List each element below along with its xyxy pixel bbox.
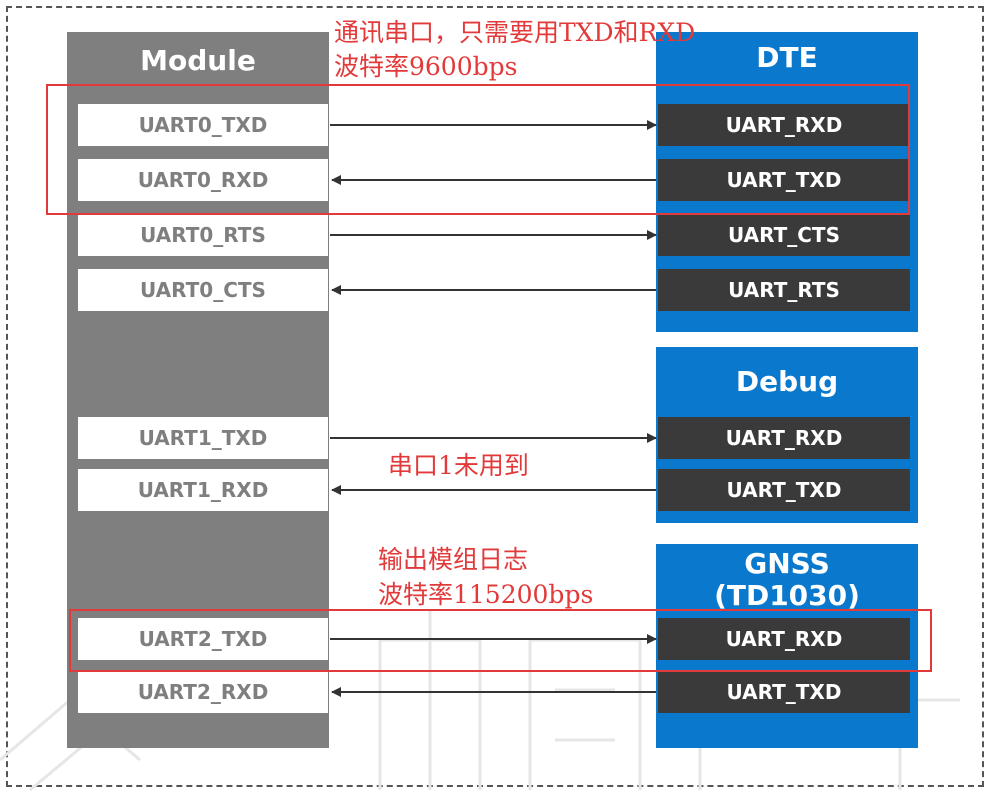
annotation-uart2-line2: 波特率115200bps [378, 580, 594, 609]
highlight-uart0 [46, 84, 910, 215]
highlight-uart2 [69, 609, 932, 672]
annotation-uart1: 串口1未用到 [388, 451, 529, 480]
annotation-uart0-line2: 波特率9600bps [334, 52, 518, 81]
annotation-uart0-line1: 通讯串口，只需要用TXD和RXD [334, 18, 696, 47]
annotation-uart2-line1: 输出模组日志 [378, 545, 529, 574]
